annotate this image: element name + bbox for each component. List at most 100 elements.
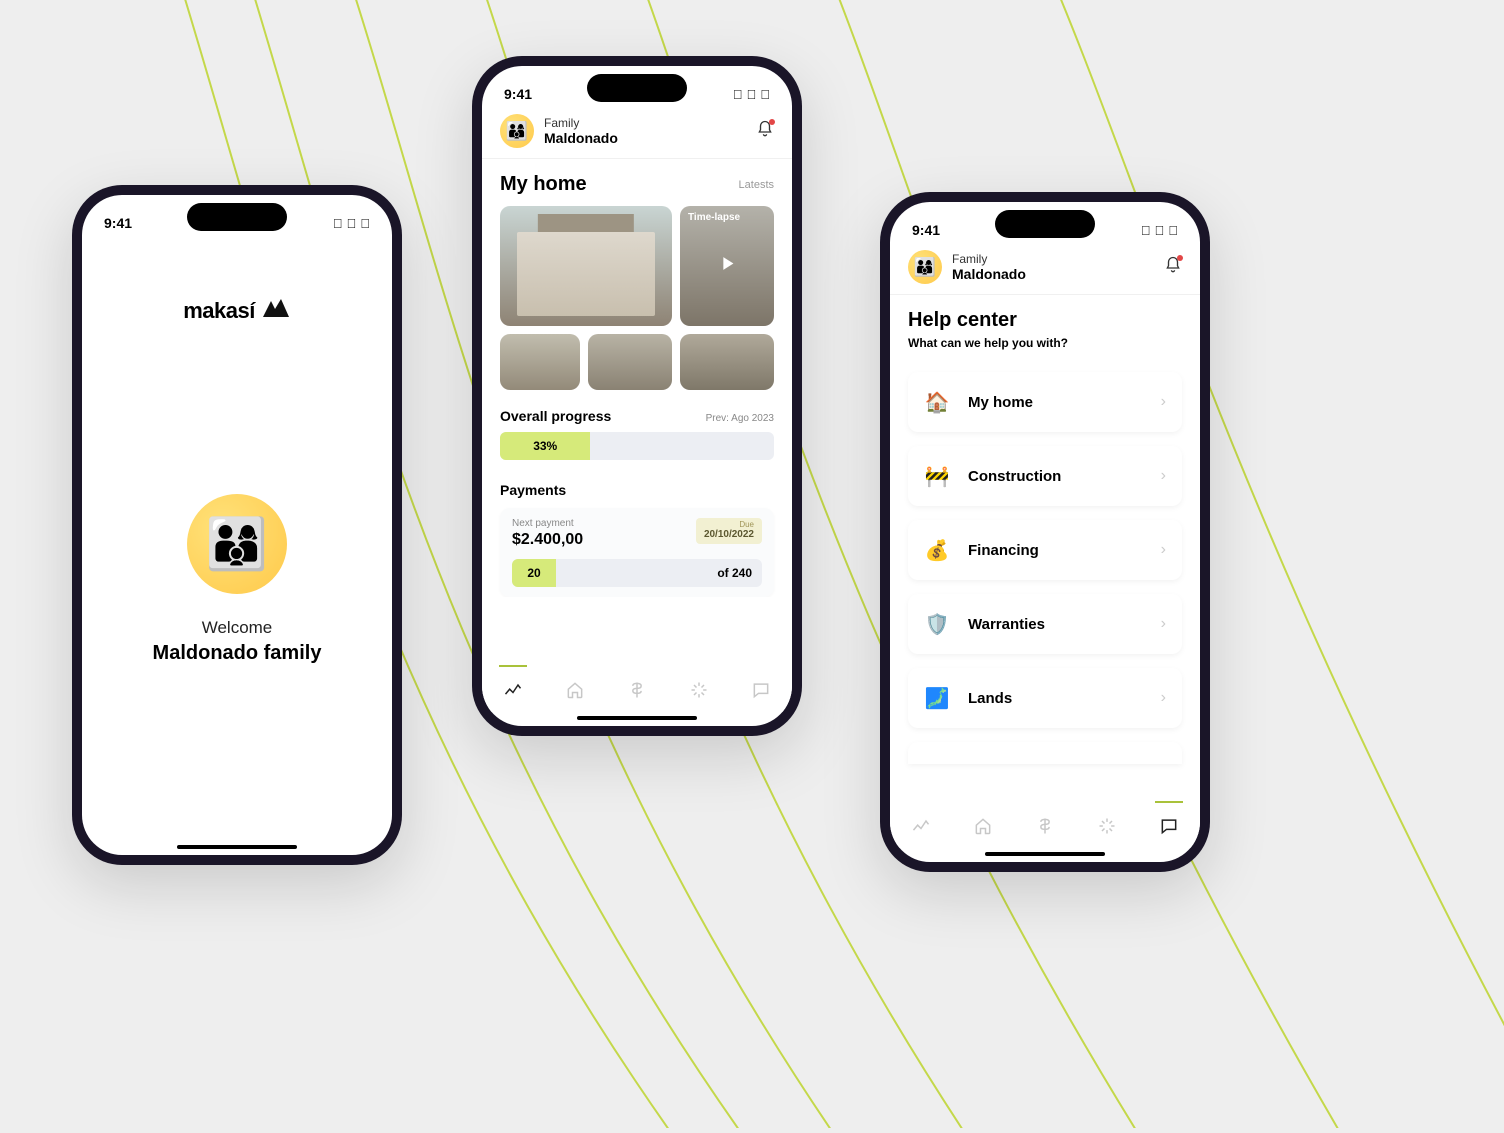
due-date: 20/10/2022	[704, 529, 754, 540]
notifications-button[interactable]	[1164, 256, 1182, 279]
overall-prev: Prev: Ago 2023	[706, 413, 774, 424]
help-subtitle: What can we help you with?	[908, 336, 1182, 350]
help-item-label: Financing	[968, 542, 1039, 559]
tab-activity[interactable]	[493, 669, 533, 711]
battery-icon: 􀛨	[1168, 223, 1178, 238]
tab-activity[interactable]	[901, 805, 941, 847]
help-item-construction[interactable]: 🚧 Construction ›	[908, 446, 1182, 506]
tab-spark[interactable]	[1087, 805, 1127, 847]
wifi-icon: 􀙈	[1155, 223, 1165, 238]
overall-title: Overall progress	[500, 408, 611, 424]
gallery-timelapse[interactable]: Time-lapse	[680, 206, 774, 326]
notch	[587, 74, 687, 102]
payments-title: Payments	[500, 482, 774, 498]
tab-chat[interactable]	[741, 669, 781, 711]
notch	[187, 203, 287, 231]
wifi-icon: 􀙈	[747, 87, 757, 102]
help-item-label: Construction	[968, 468, 1061, 485]
construction-icon: 🚧	[924, 463, 950, 489]
chevron-right-icon: ›	[1161, 615, 1166, 633]
status-icons: 􀙇 􀙈 􀛨	[333, 216, 370, 231]
installment-current: 20	[512, 559, 556, 587]
welcome-label: Welcome	[202, 618, 273, 638]
phone-help: 9:41 􀙇 􀙈 􀛨 👨‍👩‍👦 Family Maldonado Help c…	[880, 192, 1210, 872]
help-item-financing[interactable]: 💰 Financing ›	[908, 520, 1182, 580]
tab-spark[interactable]	[679, 669, 719, 711]
battery-icon: 􀛨	[360, 216, 370, 231]
status-icons: 􀙇 􀙈 􀛨	[1141, 223, 1178, 238]
play-icon	[716, 253, 738, 280]
status-time: 9:41	[504, 86, 532, 102]
logo-text: makasí	[183, 298, 255, 324]
app-logo: makasí	[183, 297, 291, 324]
chevron-right-icon: ›	[1161, 541, 1166, 559]
map-icon: 🗾	[924, 685, 950, 711]
tab-payments[interactable]	[617, 669, 657, 711]
chevron-right-icon: ›	[1161, 393, 1166, 411]
cellular-icon: 􀙇	[733, 87, 743, 102]
header-label: Family	[544, 116, 618, 130]
due-badge: Due 20/10/2022	[696, 518, 762, 544]
chevron-right-icon: ›	[1161, 467, 1166, 485]
installment-progress: 20 of 240	[512, 559, 762, 587]
latest-link[interactable]: Latests	[739, 179, 774, 191]
gallery-main-image[interactable]	[500, 206, 672, 326]
progress-value: 33%	[500, 432, 590, 460]
gallery-thumb[interactable]	[500, 334, 580, 390]
tab-chat[interactable]	[1149, 805, 1189, 847]
tab-payments[interactable]	[1025, 805, 1065, 847]
money-bag-icon: 💰	[924, 537, 950, 563]
next-payment-amount: $2.400,00	[512, 531, 583, 549]
installment-total: of 240	[717, 566, 762, 580]
tab-bar	[482, 668, 792, 712]
cellular-icon: 􀙇	[1141, 223, 1151, 238]
status-time: 9:41	[104, 215, 132, 231]
app-header: 👨‍👩‍👦 Family Maldonado	[890, 244, 1200, 295]
phone-splash: 9:41 􀙇 􀙈 􀛨 makasí 👨‍👩‍👦 Welcome Maldonad…	[72, 185, 402, 865]
home-indicator	[577, 716, 697, 720]
status-time: 9:41	[912, 222, 940, 238]
help-item-label: My home	[968, 394, 1033, 411]
avatar[interactable]: 👨‍👩‍👦	[908, 250, 942, 284]
house-icon: 🏠	[924, 389, 950, 415]
timelapse-label: Time-lapse	[688, 212, 740, 223]
app-header: 👨‍👩‍👦 Family Maldonado	[482, 108, 792, 159]
home-indicator	[985, 852, 1105, 856]
tab-home[interactable]	[963, 805, 1003, 847]
family-avatar: 👨‍👩‍👦	[187, 494, 287, 594]
family-name: Maldonado family	[153, 642, 322, 665]
gallery-thumb[interactable]	[588, 334, 672, 390]
home-indicator	[177, 845, 297, 849]
help-list: 🏠 My home › 🚧 Construction › 💰 Financing…	[908, 372, 1182, 764]
section-title: My home	[500, 173, 587, 196]
due-label: Due	[704, 520, 754, 529]
battery-icon: 􀛨	[760, 87, 770, 102]
tab-home[interactable]	[555, 669, 595, 711]
status-icons: 􀙇 􀙈 􀛨	[733, 87, 770, 102]
help-item-warranties[interactable]: 🛡️ Warranties ›	[908, 594, 1182, 654]
cellular-icon: 􀙇	[333, 216, 343, 231]
header-name: Maldonado	[952, 266, 1026, 282]
wifi-icon: 􀙈	[347, 216, 357, 231]
header-label: Family	[952, 252, 1026, 266]
help-item-label: Warranties	[968, 616, 1045, 633]
avatar[interactable]: 👨‍👩‍👦	[500, 114, 534, 148]
tab-bar	[890, 804, 1200, 848]
gallery: Time-lapse	[500, 206, 774, 390]
gallery-thumb[interactable]	[680, 334, 774, 390]
notification-dot-icon	[769, 119, 775, 125]
help-item-more[interactable]	[908, 742, 1182, 764]
notch	[995, 210, 1095, 238]
help-item-label: Lands	[968, 690, 1012, 707]
overall-progress-bar: 33%	[500, 432, 774, 460]
payment-card[interactable]: Next payment $2.400,00 Due 20/10/2022 20…	[500, 508, 774, 597]
help-item-myhome[interactable]: 🏠 My home ›	[908, 372, 1182, 432]
notification-dot-icon	[1177, 255, 1183, 261]
notifications-button[interactable]	[756, 120, 774, 143]
help-title: Help center	[908, 309, 1182, 332]
shield-icon: 🛡️	[924, 611, 950, 637]
logo-mark-icon	[261, 297, 291, 324]
header-name: Maldonado	[544, 130, 618, 146]
help-item-lands[interactable]: 🗾 Lands ›	[908, 668, 1182, 728]
phone-myhome: 9:41 􀙇 􀙈 􀛨 👨‍👩‍👦 Family Maldonado My hom…	[472, 56, 802, 736]
